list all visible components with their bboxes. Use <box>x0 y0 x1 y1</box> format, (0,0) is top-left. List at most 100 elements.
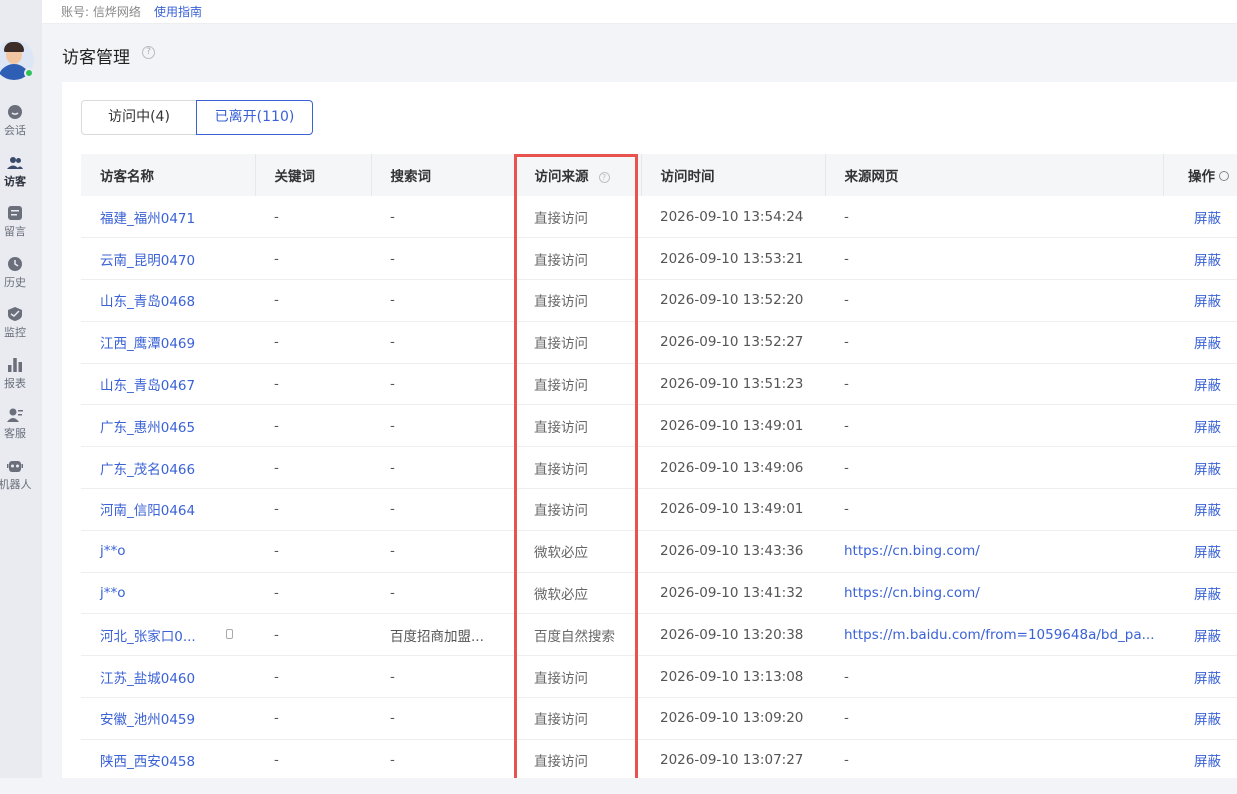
block-button[interactable]: 屏蔽 <box>1163 739 1237 782</box>
bottom-strip <box>0 778 1237 794</box>
source-url-link[interactable]: https://cn.bing.com/ <box>825 530 1163 573</box>
visitor-name-link[interactable]: 陕西_西安0458 <box>81 739 255 782</box>
table-row[interactable]: 山东_青岛0468- - 直接访问 2026-09-10 13:52:20- 屏蔽 <box>81 279 1237 322</box>
table-row[interactable]: j**o - - 微软必应 2026-09-10 13:43:36 https://cn.… <box>81 530 1237 573</box>
sidebar-item-history[interactable]: 历史 <box>0 256 30 290</box>
block-button[interactable]: 屏蔽 <box>1163 237 1237 281</box>
keyword-cell: - <box>255 237 371 281</box>
search-term-cell: - <box>371 488 515 531</box>
guide-link[interactable]: 使用指南 <box>154 3 202 20</box>
visitor-name-link[interactable]: 江西_鹰潭0469 <box>81 321 255 364</box>
source-cell: 直接访问 <box>515 404 641 448</box>
keyword-cell: - <box>255 196 371 239</box>
sidebar-item-robot[interactable]: 机器人 <box>0 458 32 492</box>
search-term-cell: - <box>371 530 515 573</box>
table-row[interactable]: 山东_青岛0467- - 直接访问 2026-09-10 13:51:23- 屏蔽 <box>81 363 1237 406</box>
visitor-name-link[interactable]: 山东_青岛0467 <box>81 363 255 406</box>
visitor-name-link[interactable]: j**o <box>81 572 255 615</box>
search-term-cell: - <box>371 572 515 615</box>
keyword-cell: - <box>255 655 371 699</box>
visit-time-cell: 2026-09-10 13:43:36 <box>641 530 825 573</box>
visitor-name-link[interactable]: 山东_青岛0468 <box>81 279 255 322</box>
block-button[interactable]: 屏蔽 <box>1163 530 1237 573</box>
table-row[interactable]: 河南_信阳0464- - 直接访问 2026-09-10 13:49:01- 屏蔽 <box>81 488 1237 531</box>
source-url-cell: - <box>825 196 1163 239</box>
visit-time-cell: 2026-09-10 13:54:24 <box>641 196 825 239</box>
source-url-link[interactable]: https://m.baidu.com/from=1059648a/bd_pa.… <box>825 613 1163 657</box>
visitor-name-link[interactable]: 安徽_池州0459 <box>81 697 255 740</box>
keyword-cell: - <box>255 697 371 740</box>
keyword-cell: - <box>255 404 371 448</box>
sidebar-item-label: 访客 <box>4 175 26 188</box>
visit-time-cell: 2026-09-10 13:51:23 <box>641 363 825 406</box>
table-row[interactable]: 广东_惠州0465- - 直接访问 2026-09-10 13:49:01- 屏蔽 <box>81 404 1237 448</box>
table-row[interactable]: 陕西_西安0458- - 直接访问 2026-09-10 13:07:27- 屏蔽 <box>81 739 1237 782</box>
block-button[interactable]: 屏蔽 <box>1163 321 1237 364</box>
column-header-source: 访问来源? <box>515 154 642 196</box>
sidebar-item-reports[interactable]: 报表 <box>0 357 30 391</box>
visitor-name-link[interactable]: 福建_福州0471 <box>81 196 255 239</box>
keyword-cell: - <box>255 363 371 406</box>
table-row[interactable]: 福建_福州0471- - 直接访问 2026-09-10 13:54:24- 屏蔽 <box>81 196 1237 239</box>
search-term-cell: - <box>371 739 515 782</box>
source-url-link[interactable]: https://cn.bing.com/ <box>825 572 1163 615</box>
help-icon[interactable]: ? <box>142 46 155 59</box>
visitor-name-link[interactable]: 江苏_盐城0460 <box>81 655 255 699</box>
visitor-name-link[interactable]: 广东_惠州0465 <box>81 404 255 448</box>
source-cell: 直接访问 <box>515 655 641 699</box>
source-cell: 直接访问 <box>515 488 641 531</box>
table-row[interactable]: 河北_张家口0... - 百度招商加盟... 百度自然搜索 2026-09-10 13:… <box>81 613 1237 657</box>
block-button[interactable]: 屏蔽 <box>1163 446 1237 490</box>
block-button[interactable]: 屏蔽 <box>1163 655 1237 699</box>
source-cell: 百度自然搜索 <box>515 613 641 657</box>
settings-icon[interactable] <box>1219 171 1229 181</box>
search-term-cell: - <box>371 446 515 490</box>
source-cell: 微软必应 <box>515 530 641 573</box>
visitor-name-link[interactable]: 广东_茂名0466 <box>81 446 255 490</box>
visit-time-cell: 2026-09-10 13:49:01 <box>641 488 825 531</box>
sidebar-item-label: 监控 <box>4 326 26 339</box>
block-button[interactable]: 屏蔽 <box>1163 572 1237 615</box>
table-row[interactable]: 江苏_盐城0460- - 直接访问 2026-09-10 13:13:08- 屏蔽 <box>81 655 1237 699</box>
block-button[interactable]: 屏蔽 <box>1163 488 1237 531</box>
column-header-url: 来源网页 <box>825 154 1164 196</box>
search-term-cell: 百度招商加盟... <box>371 613 515 657</box>
agent-icon <box>7 408 23 422</box>
source-cell: 直接访问 <box>515 279 641 322</box>
source-cell: 直接访问 <box>515 697 641 740</box>
table-row[interactable]: 广东_茂名0466- - 直接访问 2026-09-10 13:49:06- 屏蔽 <box>81 446 1237 490</box>
visitor-name-link[interactable]: 河南_信阳0464 <box>81 488 255 531</box>
visit-time-cell: 2026-09-10 13:52:20 <box>641 279 825 322</box>
help-icon[interactable]: ? <box>598 172 610 183</box>
search-term-cell: - <box>371 363 515 406</box>
block-button[interactable]: 屏蔽 <box>1163 363 1237 406</box>
source-url-cell: - <box>825 237 1163 281</box>
block-button[interactable]: 屏蔽 <box>1163 697 1237 740</box>
tab-left[interactable]: 已离开(110) <box>196 100 313 135</box>
visitor-name-link[interactable]: 河北_张家口0... <box>81 613 255 657</box>
sidebar-item-messages[interactable]: 留言 <box>0 205 30 239</box>
column-header-keyword: 关键词 <box>255 154 372 196</box>
block-button[interactable]: 屏蔽 <box>1163 279 1237 322</box>
sidebar-item-chat[interactable]: 会话 <box>0 104 30 138</box>
table-row[interactable]: 安徽_池州0459- - 直接访问 2026-09-10 13:09:20- 屏蔽 <box>81 697 1237 740</box>
table-row[interactable]: j**o - - 微软必应 2026-09-10 13:41:32 https://cn.… <box>81 572 1237 615</box>
sidebar-item-visitors[interactable]: 访客 <box>0 155 30 189</box>
sidebar-item-monitor[interactable]: 监控 <box>0 306 30 340</box>
visitor-name-link[interactable]: j**o <box>81 530 255 573</box>
block-button[interactable]: 屏蔽 <box>1163 613 1237 657</box>
keyword-cell: - <box>255 321 371 364</box>
source-url-cell: - <box>825 655 1163 699</box>
tab-visiting[interactable]: 访问中(4) <box>81 100 197 135</box>
table-row[interactable]: 云南_昆明0470- - 直接访问 2026-09-10 13:53:21- 屏蔽 <box>81 237 1237 281</box>
search-term-cell: - <box>371 655 515 699</box>
block-button[interactable]: 屏蔽 <box>1163 404 1237 448</box>
keyword-cell: - <box>255 739 371 782</box>
visitor-name-link[interactable]: 云南_昆明0470 <box>81 237 255 281</box>
block-button[interactable]: 屏蔽 <box>1163 196 1237 239</box>
sidebar-item-agents[interactable]: 客服 <box>0 407 30 441</box>
keyword-cell: - <box>255 613 371 657</box>
online-status-icon <box>24 68 34 78</box>
table-row[interactable]: 江西_鹰潭0469- - 直接访问 2026-09-10 13:52:27- 屏蔽 <box>81 321 1237 364</box>
table-header-row: 访客名称 关键词 搜索词 访问来源? 访问时间 来源网页 操作 <box>81 154 1237 196</box>
